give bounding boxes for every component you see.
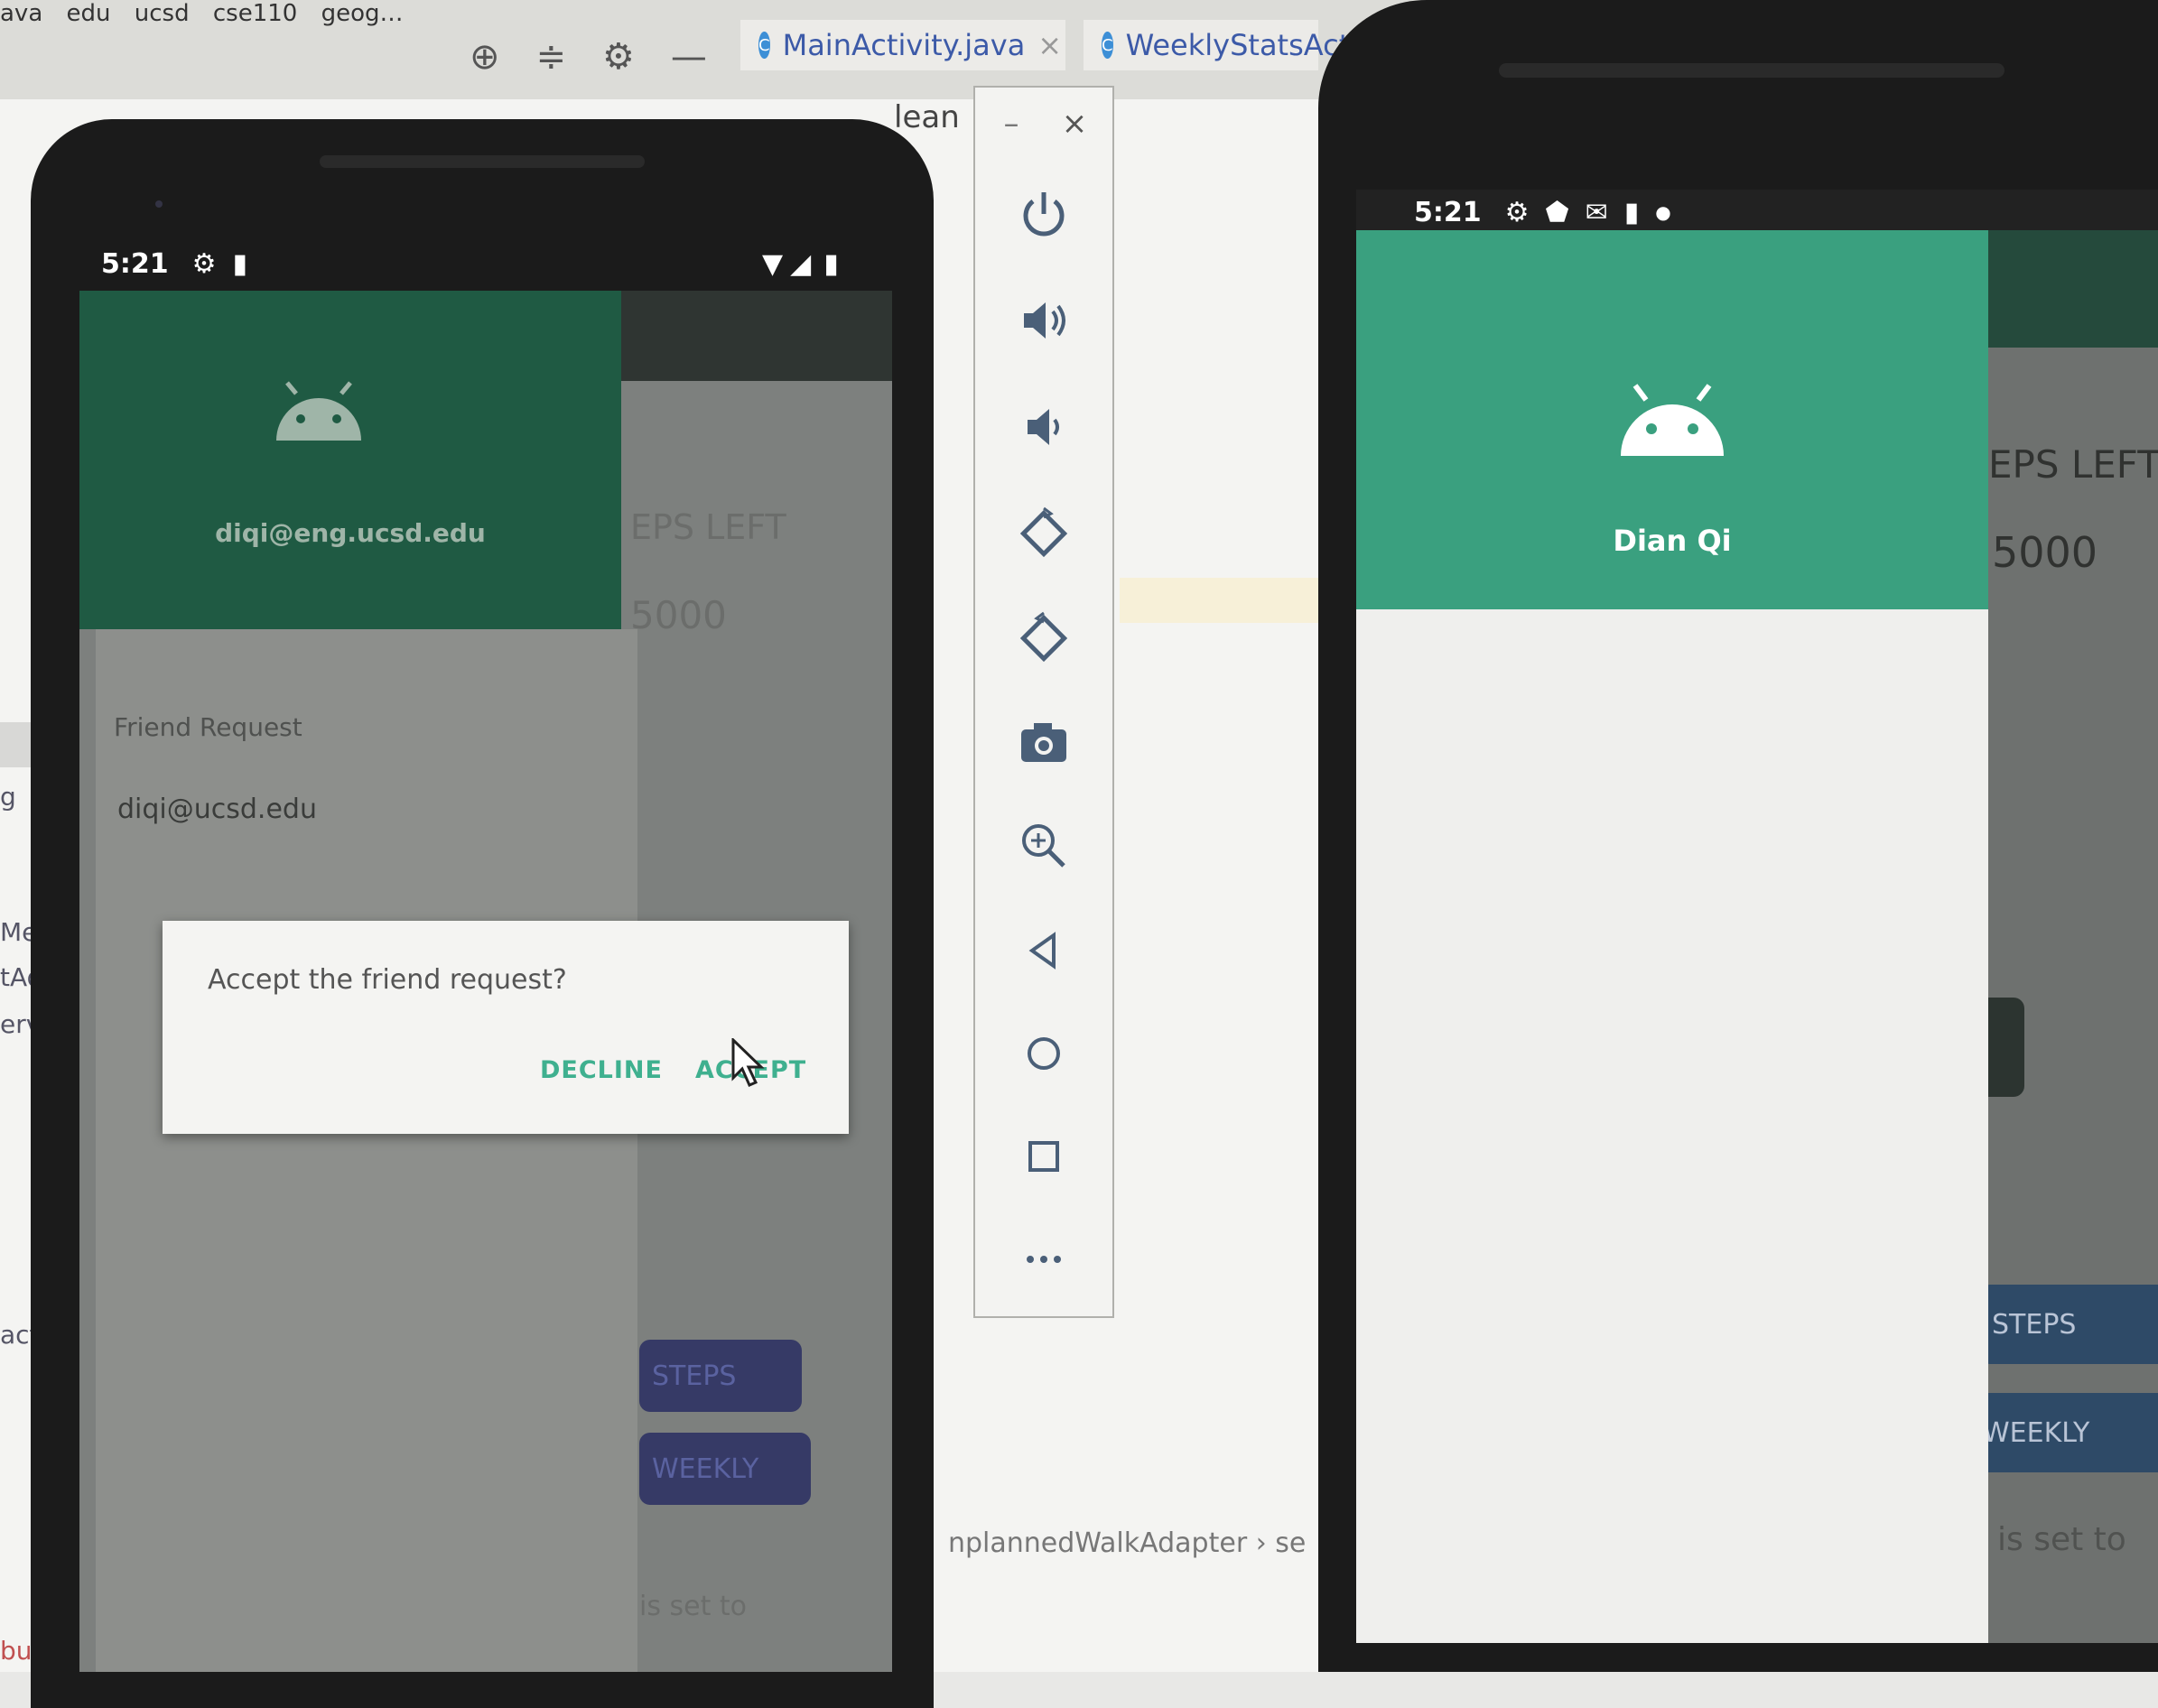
camera-icon xyxy=(1021,723,1066,762)
phone-1-screen: EPS LEFT 5000 STEPS WEEKLY is set to 5:2… xyxy=(79,237,892,1672)
tab-label: WeeklyStatsAct xyxy=(1125,28,1351,62)
card-edge xyxy=(1988,998,2024,1097)
zoom-icon xyxy=(1022,824,1065,868)
overview-button[interactable] xyxy=(975,1120,1112,1193)
dialog-message: Accept the friend request? xyxy=(208,964,567,996)
drawer-email: diqi@eng.ucsd.edu xyxy=(215,518,486,548)
back-icon xyxy=(1028,932,1056,970)
crosshair-icon[interactable]: ⊕ xyxy=(470,36,500,78)
overview-icon xyxy=(1028,1141,1059,1172)
steps-left-label: EPS LEFT xyxy=(630,507,786,547)
mail-icon: ✉ xyxy=(1585,196,1608,228)
app-bar xyxy=(1988,230,2158,348)
mouse-cursor-icon xyxy=(731,1038,765,1087)
friend-request-item[interactable]: diqi@ucsd.edu xyxy=(96,774,637,850)
weekly-button[interactable]: WEEKLY xyxy=(639,1433,811,1505)
minimize-button[interactable]: – xyxy=(975,106,1047,142)
editor-breadcrumb: nplannedWalkAdapter › se xyxy=(948,1527,1307,1559)
speaker-grille xyxy=(1499,63,2005,78)
steps-left-label: EPS LEFT xyxy=(1988,442,2158,487)
home-button[interactable] xyxy=(975,1017,1112,1090)
drawer-header: Dian Qi xyxy=(1356,230,1988,609)
drawer-user-name: Dian Qi xyxy=(1613,524,1732,558)
power-button[interactable] xyxy=(975,178,1112,250)
close-icon[interactable]: × xyxy=(1037,28,1062,62)
breadcrumb-item[interactable]: edu xyxy=(67,0,111,27)
close-button[interactable]: × xyxy=(1038,106,1111,142)
main-content-behind: EPS LEFT 5000 STEPS WEEKLY is set to xyxy=(1970,230,2158,1643)
rotate-right-button[interactable] xyxy=(975,602,1112,674)
line-highlight xyxy=(1120,578,1318,623)
breadcrumb-item[interactable]: cse110 xyxy=(213,0,297,27)
rotate-left-icon xyxy=(1019,506,1068,558)
phone-2-screen: 5:21 ⚙ ⬟ ✉ ▮ ● EPS LEFT 5000 STEPS WEEKL… xyxy=(1356,190,2158,1643)
status-time: 5:21 xyxy=(101,247,169,280)
breadcrumb-item[interactable]: ucsd xyxy=(135,0,190,27)
status-bar: 5:21 ⚙ ▮ ▼ ◢ ▮ xyxy=(101,237,892,295)
app-bar xyxy=(621,291,892,381)
ide-toolbar: ⊕ ≑ ⚙ — xyxy=(470,36,707,78)
breadcrumb: ava edu ucsd cse110 geog… xyxy=(0,0,420,27)
android-logo-icon xyxy=(276,381,361,441)
tab-label: MainActivity.java xyxy=(782,28,1026,62)
android-logo-icon xyxy=(1621,384,1724,456)
battery-icon: ▮ xyxy=(823,247,839,280)
breadcrumb-item[interactable]: ava xyxy=(0,0,42,27)
class-icon: C xyxy=(1102,32,1113,59)
tab-weekly-stats[interactable]: C WeeklyStatsAct xyxy=(1084,20,1350,70)
gear-icon: ⚙ xyxy=(191,247,217,280)
screenshot-button[interactable] xyxy=(975,707,1112,779)
wifi-icon: ▼ xyxy=(762,247,784,280)
code-fragment: lean xyxy=(894,99,960,135)
status-time: 5:21 xyxy=(1414,196,1482,228)
more-icon xyxy=(1027,1256,1061,1263)
gear-icon: ⚙ xyxy=(1504,196,1530,228)
camera-dot xyxy=(155,200,163,208)
emulator-toolbar: – × xyxy=(973,86,1114,1318)
dot-icon: ● xyxy=(1655,201,1671,223)
steps-button[interactable]: STEPS xyxy=(1979,1285,2158,1364)
decline-button[interactable]: DECLINE xyxy=(540,1056,663,1084)
drawer-header: diqi@eng.ucsd.edu xyxy=(79,291,621,629)
volume-down-button[interactable] xyxy=(975,391,1112,463)
minimize-icon[interactable]: — xyxy=(671,36,707,78)
set-to-label: is set to xyxy=(1997,1521,2126,1558)
home-icon xyxy=(1028,1037,1060,1070)
rotate-left-button[interactable] xyxy=(975,497,1112,570)
gear-icon[interactable]: ⚙ xyxy=(602,36,635,78)
breadcrumb-item[interactable]: geog… xyxy=(321,0,404,27)
confirm-dialog: Accept the friend request? DECLINE ACCEP… xyxy=(163,921,849,1134)
volume-down-icon xyxy=(1028,409,1059,445)
zoom-button[interactable] xyxy=(975,810,1112,882)
back-button[interactable] xyxy=(975,914,1112,987)
project-tree-item[interactable]: g xyxy=(0,782,16,812)
section-title: Friend Request xyxy=(114,712,302,742)
speaker-grille xyxy=(320,155,645,168)
shield-icon: ⬟ xyxy=(1545,196,1569,228)
class-icon: C xyxy=(758,32,770,59)
request-email: diqi@ucsd.edu xyxy=(117,794,317,825)
set-to-label: is set to xyxy=(639,1591,748,1622)
volume-up-icon xyxy=(1024,302,1065,339)
drawer-body xyxy=(1356,609,1988,1643)
power-icon xyxy=(1023,192,1065,237)
rotate-right-icon xyxy=(1019,611,1068,663)
signal-icon: ◢ xyxy=(790,247,812,280)
tab-main-activity[interactable]: C MainActivity.java × xyxy=(740,20,1065,70)
steps-button[interactable]: STEPS xyxy=(639,1340,802,1412)
more-button[interactable] xyxy=(975,1223,1112,1295)
sd-card-icon: ▮ xyxy=(1623,196,1640,228)
sd-card-icon: ▮ xyxy=(232,247,248,280)
drawer-body: Friend Request diqi@ucsd.edu xyxy=(96,629,637,1672)
collapse-icon[interactable]: ≑ xyxy=(536,36,567,78)
volume-up-button[interactable] xyxy=(975,284,1112,357)
goal-value: 5000 xyxy=(630,593,727,637)
goal-value: 5000 xyxy=(1992,528,2098,577)
weekly-button[interactable]: WEEKLY xyxy=(1970,1393,2158,1472)
